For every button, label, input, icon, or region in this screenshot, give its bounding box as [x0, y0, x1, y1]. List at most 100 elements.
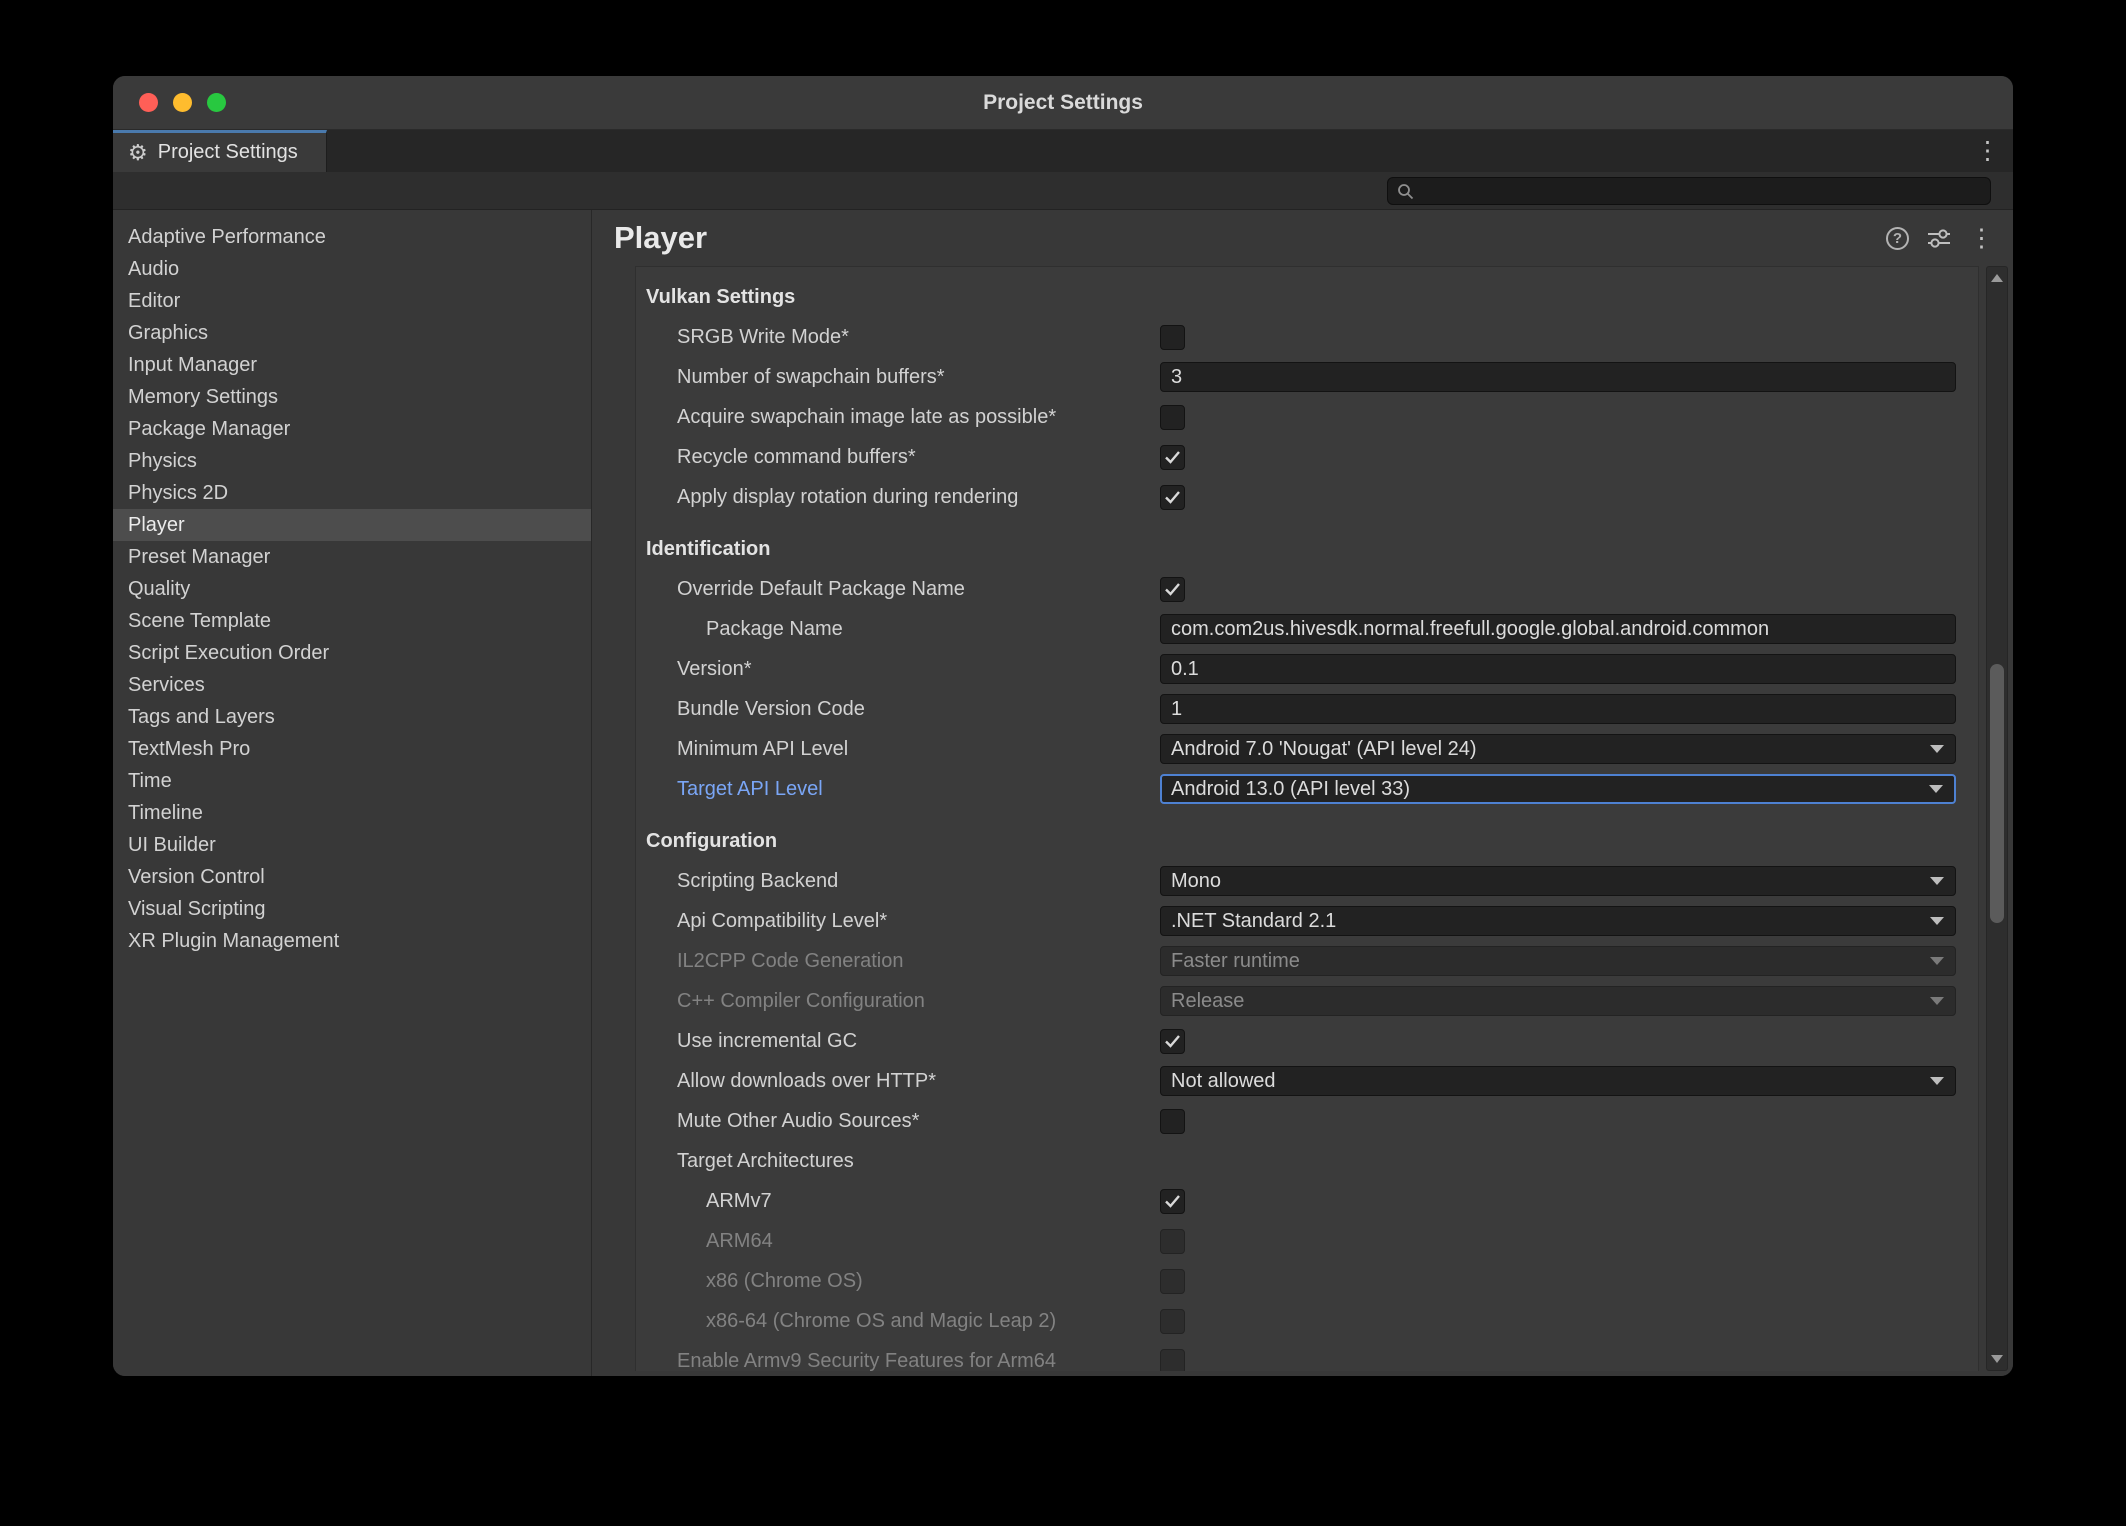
- dropdown-value: Android 7.0 'Nougat' (API level 24): [1171, 738, 1477, 761]
- setting-control-cell: [1160, 1229, 1956, 1254]
- search-field[interactable]: [1387, 177, 1991, 205]
- field-bundle-version-code[interactable]: [1160, 694, 1956, 724]
- tabbar-menu-button[interactable]: ⋮: [1975, 139, 1999, 164]
- checkbox-srgb-write-mode[interactable]: [1160, 325, 1185, 350]
- sidebar-item-timeline[interactable]: Timeline: [113, 797, 591, 829]
- setting-row-package-name: Package Name: [636, 609, 1978, 649]
- close-button[interactable]: [139, 93, 158, 112]
- sidebar-item-graphics[interactable]: Graphics: [113, 317, 591, 349]
- sidebar-list: Adaptive PerformanceAudioEditorGraphicsI…: [113, 221, 591, 957]
- checkbox-apply-display-rotation-during-rendering[interactable]: [1160, 485, 1185, 510]
- setting-label-use-incremental-gc: Use incremental GC: [636, 1030, 1160, 1053]
- checkbox-armv7[interactable]: [1160, 1189, 1185, 1214]
- preset-sliders-button[interactable]: [1926, 226, 1952, 250]
- dropdown-minimum-api-level[interactable]: Android 7.0 'Nougat' (API level 24): [1160, 734, 1956, 764]
- chevron-down-icon: [1930, 917, 1944, 925]
- setting-label-target-architectures: Target Architectures: [636, 1150, 1160, 1173]
- sidebar-item-memory-settings[interactable]: Memory Settings: [113, 381, 591, 413]
- setting-label-target-api-level: Target API Level: [636, 778, 1160, 801]
- search-icon: [1396, 182, 1414, 200]
- dropdown-scripting-backend[interactable]: Mono: [1160, 866, 1956, 896]
- dropdown-c-compiler-configuration: Release: [1160, 986, 1956, 1016]
- sidebar-item-scene-template[interactable]: Scene Template: [113, 605, 591, 637]
- setting-control-cell: Faster runtime: [1160, 946, 1956, 976]
- scroll-up-arrow[interactable]: [1991, 274, 2003, 282]
- sidebar-item-physics[interactable]: Physics: [113, 445, 591, 477]
- minimize-button[interactable]: [173, 93, 192, 112]
- dropdown-allow-downloads-over-http[interactable]: Not allowed: [1160, 1066, 1956, 1096]
- scroll-thumb[interactable]: [1990, 664, 2004, 923]
- sidebar-item-tags-and-layers[interactable]: Tags and Layers: [113, 701, 591, 733]
- header-icons: ? ⋮: [1886, 226, 2003, 251]
- setting-row-target-api-level: Target API LevelAndroid 13.0 (API level …: [636, 769, 1978, 809]
- sidebar-item-editor[interactable]: Editor: [113, 285, 591, 317]
- setting-label-acquire-swapchain-image-late-as-possible: Acquire swapchain image late as possible…: [636, 406, 1160, 429]
- setting-row-mute-other-audio-sources: Mute Other Audio Sources*: [636, 1101, 1978, 1141]
- setting-label-version: Version*: [636, 658, 1160, 681]
- dropdown-api-compatibility-level[interactable]: .NET Standard 2.1: [1160, 906, 1956, 936]
- setting-row-apply-display-rotation-during-rendering: Apply display rotation during rendering: [636, 477, 1978, 517]
- sidebar-item-services[interactable]: Services: [113, 669, 591, 701]
- dropdown-target-api-level[interactable]: Android 13.0 (API level 33): [1160, 774, 1956, 804]
- sidebar-item-visual-scripting[interactable]: Visual Scripting: [113, 893, 591, 925]
- setting-control-cell: Android 13.0 (API level 33): [1160, 774, 1956, 804]
- checkbox-acquire-swapchain-image-late-as-possible[interactable]: [1160, 405, 1185, 430]
- header-menu-button[interactable]: ⋮: [1969, 226, 1993, 251]
- sidebar-item-input-manager[interactable]: Input Manager: [113, 349, 591, 381]
- vertical-scrollbar[interactable]: [1986, 266, 2008, 1371]
- settings-sidebar: Adaptive PerformanceAudioEditorGraphicsI…: [113, 210, 592, 1376]
- setting-row-override-default-package-name: Override Default Package Name: [636, 569, 1978, 609]
- chevron-down-icon: [1929, 785, 1943, 793]
- sidebar-item-physics-2d[interactable]: Physics 2D: [113, 477, 591, 509]
- search-input[interactable]: [1421, 179, 1982, 202]
- setting-label-armv7: ARMv7: [636, 1190, 1160, 1213]
- scroll-down-arrow[interactable]: [1991, 1355, 2003, 1363]
- sidebar-item-time[interactable]: Time: [113, 765, 591, 797]
- field-version[interactable]: [1160, 654, 1956, 684]
- main-area: Adaptive PerformanceAudioEditorGraphicsI…: [113, 210, 2013, 1376]
- setting-control-cell: [1160, 1349, 1956, 1372]
- sidebar-item-player[interactable]: Player: [113, 509, 591, 541]
- field-package-name[interactable]: [1160, 614, 1956, 644]
- sidebar-item-script-execution-order[interactable]: Script Execution Order: [113, 637, 591, 669]
- sidebar-item-textmesh-pro[interactable]: TextMesh Pro: [113, 733, 591, 765]
- setting-row-enable-armv9-security-features-for-arm64: Enable Armv9 Security Features for Arm64: [636, 1341, 1978, 1371]
- setting-row-srgb-write-mode: SRGB Write Mode*: [636, 317, 1978, 357]
- chevron-down-icon: [1930, 997, 1944, 1005]
- setting-control-cell: Not allowed: [1160, 1066, 1956, 1096]
- setting-row-arm64: ARM64: [636, 1221, 1978, 1261]
- checkbox-recycle-command-buffers[interactable]: [1160, 445, 1185, 470]
- field-number-of-swapchain-buffers[interactable]: [1160, 362, 1956, 392]
- zoom-button[interactable]: [207, 93, 226, 112]
- sidebar-item-xr-plugin-management[interactable]: XR Plugin Management: [113, 925, 591, 957]
- sidebar-item-audio[interactable]: Audio: [113, 253, 591, 285]
- setting-control-cell: [1160, 1309, 1956, 1334]
- sidebar-item-package-manager[interactable]: Package Manager: [113, 413, 591, 445]
- setting-row-minimum-api-level: Minimum API Level Android 7.0 'Nougat' (A…: [636, 729, 1978, 769]
- help-button[interactable]: ?: [1886, 227, 1909, 250]
- setting-control-cell: [1160, 1269, 1956, 1294]
- setting-label-override-default-package-name: Override Default Package Name: [636, 578, 1160, 601]
- sidebar-item-quality[interactable]: Quality: [113, 573, 591, 605]
- setting-control-cell: [1160, 325, 1956, 350]
- window-titlebar: Project Settings: [113, 76, 2013, 130]
- chevron-down-icon: [1930, 957, 1944, 965]
- sidebar-item-version-control[interactable]: Version Control: [113, 861, 591, 893]
- checkbox-mute-other-audio-sources[interactable]: [1160, 1109, 1185, 1134]
- checkbox-x86-chrome-os: [1160, 1269, 1185, 1294]
- chevron-down-icon: [1930, 745, 1944, 753]
- dropdown-il2cpp-code-generation: Faster runtime: [1160, 946, 1956, 976]
- sidebar-item-ui-builder[interactable]: UI Builder: [113, 829, 591, 861]
- dropdown-value: Faster runtime: [1171, 950, 1300, 973]
- setting-row-use-incremental-gc: Use incremental GC: [636, 1021, 1978, 1061]
- checkbox-override-default-package-name[interactable]: [1160, 577, 1185, 602]
- sidebar-item-adaptive-performance[interactable]: Adaptive Performance: [113, 221, 591, 253]
- checkbox-use-incremental-gc[interactable]: [1160, 1029, 1185, 1054]
- setting-control-cell: [1160, 654, 1956, 684]
- setting-label-enable-armv9-security-features-for-arm64: Enable Armv9 Security Features for Arm64: [636, 1350, 1160, 1372]
- setting-label-x86-chrome-os: x86 (Chrome OS): [636, 1270, 1160, 1293]
- setting-label-minimum-api-level: Minimum API Level: [636, 738, 1160, 761]
- tab-project-settings[interactable]: ⚙ Project Settings: [113, 130, 327, 172]
- setting-row-x86-64-chrome-os-and-magic-leap-2: x86-64 (Chrome OS and Magic Leap 2): [636, 1301, 1978, 1341]
- sidebar-item-preset-manager[interactable]: Preset Manager: [113, 541, 591, 573]
